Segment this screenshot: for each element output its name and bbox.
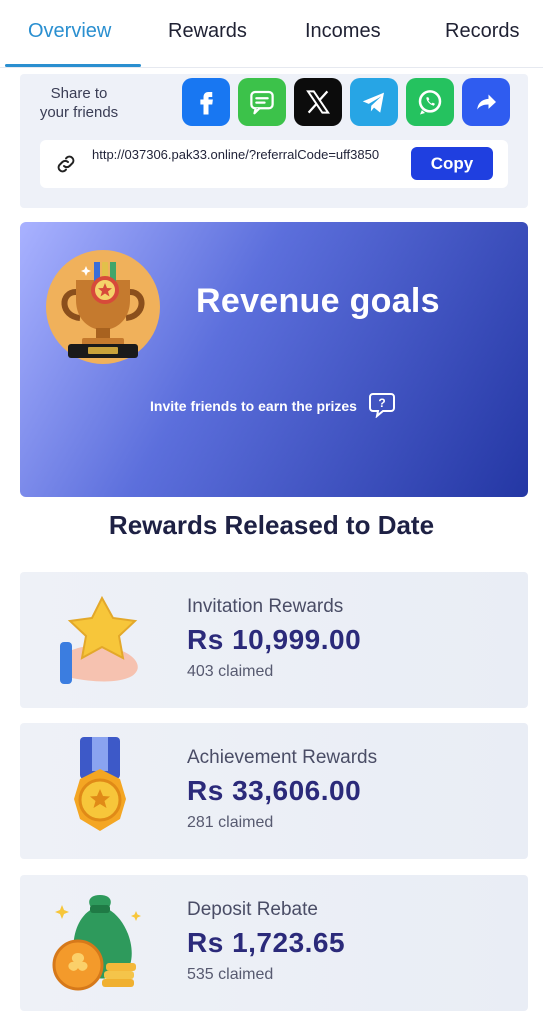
trophy-icon bbox=[46, 250, 160, 364]
money-bag-icon bbox=[52, 895, 141, 991]
reward-claimed: 403 claimed bbox=[187, 663, 274, 680]
reward-claimed: 281 claimed bbox=[187, 814, 274, 831]
reward-title: Deposit Rebate bbox=[187, 899, 318, 920]
reward-title: Invitation Rewards bbox=[187, 596, 344, 617]
tab-rewards[interactable]: Rewards bbox=[168, 20, 247, 43]
share-icons bbox=[182, 78, 510, 126]
share-label: Share to your friends bbox=[39, 85, 119, 121]
sms-icon[interactable] bbox=[238, 78, 286, 126]
share-icon[interactable] bbox=[462, 78, 510, 126]
whatsapp-icon[interactable] bbox=[406, 78, 454, 126]
tab-overview[interactable]: Overview bbox=[28, 20, 111, 43]
reward-claimed: 535 claimed bbox=[187, 966, 274, 983]
link-icon bbox=[57, 155, 75, 173]
revenue-goals-banner[interactable]: Revenue goals Invite friends to earn the… bbox=[20, 222, 528, 497]
section-title: Rewards Released to Date bbox=[108, 510, 435, 540]
reward-amount: Rs 10,999.00 bbox=[187, 624, 362, 655]
reward-amount: Rs 33,606.00 bbox=[187, 775, 362, 806]
deposit-rebate-card: Deposit Rebate Rs 1,723.65 535 claimed bbox=[20, 875, 528, 1011]
help-glyph: ? bbox=[378, 396, 385, 410]
referral-link-text: http://037306.pak33.online/?referralCode… bbox=[92, 147, 380, 162]
banner-title: Revenue goals bbox=[196, 282, 440, 320]
x-icon[interactable] bbox=[294, 78, 342, 126]
copy-button[interactable]: Copy bbox=[411, 147, 493, 180]
help-icon[interactable]: ? bbox=[368, 392, 396, 418]
achievement-rewards-card: Achievement Rewards Rs 33,606.00 281 cla… bbox=[20, 723, 528, 859]
facebook-icon[interactable] bbox=[182, 78, 230, 126]
tab-divider bbox=[0, 67, 543, 68]
tab-incomes[interactable]: Incomes bbox=[305, 20, 381, 43]
referral-link-box: http://037306.pak33.online/?referralCode… bbox=[40, 140, 508, 188]
tab-bar: Overview Rewards Incomes Records bbox=[0, 0, 543, 70]
invitation-rewards-card: Invitation Rewards Rs 10,999.00 403 clai… bbox=[20, 572, 528, 708]
banner-subtitle: Invite friends to earn the prizes bbox=[150, 398, 357, 414]
tab-records[interactable]: Records bbox=[445, 20, 519, 43]
reward-amount: Rs 1,723.65 bbox=[187, 927, 346, 958]
medal-icon bbox=[74, 737, 126, 831]
telegram-icon[interactable] bbox=[350, 78, 398, 126]
star-hand-icon bbox=[60, 595, 138, 684]
reward-title: Achievement Rewards bbox=[187, 747, 378, 768]
